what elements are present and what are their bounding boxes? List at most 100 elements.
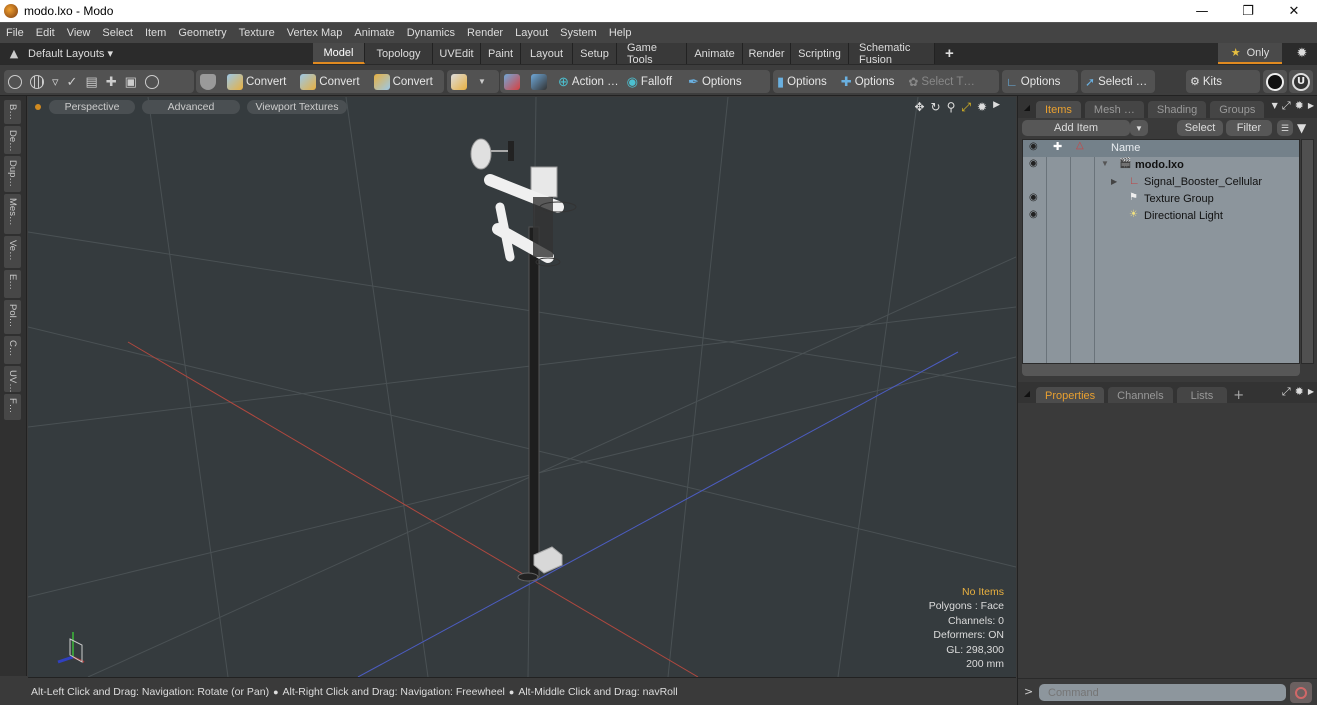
menu-file[interactable]: File (0, 27, 30, 39)
tab-groups[interactable]: Groups (1210, 101, 1265, 118)
expand-triangle-icon[interactable]: ▼ (1101, 159, 1109, 168)
expand-panel-icon[interactable]: ⤢ (1282, 99, 1291, 113)
menu-render[interactable]: Render (461, 27, 509, 39)
tab-render[interactable]: Render (743, 43, 791, 64)
perspective-button[interactable]: Perspective (49, 100, 135, 114)
menu-item[interactable]: Item (139, 27, 172, 39)
side-tab-uv[interactable]: UV… (4, 366, 21, 392)
menu-dynamics[interactable]: Dynamics (401, 27, 461, 39)
arrow-right-icon[interactable]: ▶ (993, 100, 1000, 115)
visibility-column-icon[interactable]: ◉ (1029, 141, 1038, 152)
tab-topology[interactable]: Topology (365, 43, 433, 64)
panel-arrow-icon[interactable]: ▶ (1308, 387, 1314, 399)
restore-button[interactable]: ❐ (1225, 0, 1271, 22)
menu-vertex-map[interactable]: Vertex Map (281, 27, 349, 39)
convert-button-2[interactable]: Convert (296, 70, 363, 93)
only-toggle-button[interactable]: ★ Only (1218, 43, 1282, 64)
viewport-textures-button[interactable]: Viewport Textures (247, 100, 347, 114)
convert-button-3[interactable]: Convert (370, 70, 437, 93)
close-button[interactable]: ✕ (1271, 0, 1317, 22)
tab-model[interactable]: Model (313, 43, 365, 64)
list-options-button[interactable]: ☰ (1277, 120, 1293, 136)
brush-options-button[interactable]: ✒ Options (684, 70, 746, 93)
tab-schematic-fusion[interactable]: Schematic Fusion (849, 42, 935, 66)
viewport-options-dot[interactable] (35, 104, 41, 110)
add-item-dropdown[interactable]: ▼ (1130, 120, 1148, 136)
tab-scripting[interactable]: Scripting (791, 43, 849, 64)
kits-button[interactable]: ⚙ Kits (1186, 70, 1226, 93)
panel-gear-icon[interactable]: ✹ (1295, 385, 1304, 399)
tab-mesh[interactable]: Mesh … (1084, 101, 1144, 118)
add-layout-tab-button[interactable]: + (935, 43, 964, 64)
menu-geometry[interactable]: Geometry (172, 27, 232, 39)
expand-panel-icon[interactable]: ⤢ (1282, 385, 1291, 399)
items-mode-button[interactable]: ✓ (63, 70, 82, 93)
eye-icon[interactable]: ◉ (1029, 192, 1038, 203)
tab-properties[interactable]: Properties (1036, 387, 1105, 404)
layout-settings-button[interactable]: ✹ (1287, 43, 1317, 64)
mesh-dropdown-button[interactable]: ▼ (474, 70, 490, 93)
convert-button-1[interactable]: Convert (223, 70, 290, 93)
menu-layout[interactable]: Layout (509, 27, 554, 39)
action-center-button[interactable]: ⊕ Action … (554, 70, 623, 93)
eye-icon[interactable]: ◉ (1029, 158, 1038, 169)
tab-game-tools[interactable]: Game Tools (617, 42, 687, 66)
command-input[interactable] (1039, 684, 1286, 701)
falloff-button[interactable]: ◉ Falloff (623, 70, 676, 93)
menu-system[interactable]: System (554, 27, 603, 39)
panel-corner-icon[interactable]: ◢ (1022, 96, 1032, 118)
layout-collapse-icon[interactable]: ▲ (0, 47, 28, 60)
side-tab-duplicate[interactable]: Dup… (4, 156, 21, 192)
tabs-dropdown-icon[interactable]: ▼ (1272, 101, 1278, 113)
side-tab-deform[interactable]: De… (4, 126, 21, 154)
tab-items[interactable]: Items (1036, 101, 1081, 118)
side-tab-curve[interactable]: C… (4, 336, 21, 364)
workplane-options-button[interactable]: ▮ Options (773, 70, 831, 93)
tab-channels[interactable]: Channels (1108, 387, 1173, 404)
type-column-icon[interactable]: △ (1076, 140, 1084, 151)
select-through-button[interactable]: ✿ Select T… (904, 70, 979, 93)
side-tab-fusion[interactable]: F… (4, 394, 21, 420)
tab-setup[interactable]: Setup (573, 43, 617, 64)
side-tab-polygon[interactable]: Pol… (4, 300, 21, 334)
select-button[interactable]: Select (1177, 120, 1223, 136)
filter-button[interactable]: Filter (1226, 120, 1272, 136)
viewport-scene[interactable] (28, 97, 1016, 677)
tab-shading[interactable]: Shading (1147, 101, 1207, 118)
side-tab-edge[interactable]: E… (4, 270, 21, 298)
eye-icon[interactable]: ◉ (1029, 209, 1038, 220)
shading-mode-button[interactable]: Advanced (142, 100, 240, 114)
funnel-filter-icon[interactable]: ▼ (1297, 121, 1306, 135)
menu-edit[interactable]: Edit (30, 27, 61, 39)
pan-icon[interactable]: ✥ (914, 100, 924, 115)
3d-viewport[interactable]: Perspective Advanced Viewport Textures ✥… (28, 97, 1016, 677)
pivot-mode-button[interactable]: ✚ (102, 70, 121, 93)
menu-texture[interactable]: Texture (233, 27, 281, 39)
add-tab-button[interactable]: + (1233, 388, 1244, 403)
panel-corner-icon[interactable]: ◢ (1022, 382, 1032, 404)
unreal-button[interactable]: U (1289, 70, 1313, 93)
tree-row-directional-light[interactable]: ◉ ☀ Directional Light (1023, 208, 1299, 225)
panel-arrow-icon[interactable]: ▶ (1308, 101, 1314, 113)
menu-view[interactable]: View (61, 27, 97, 39)
expand-arrow-icon[interactable]: ▶ (1111, 177, 1117, 186)
lock-column-icon[interactable]: ✚ (1053, 140, 1062, 153)
vertices-mode-button[interactable] (4, 70, 26, 93)
axis-options-button[interactable]: ∟ Options (1002, 70, 1064, 93)
menu-help[interactable]: Help (603, 27, 638, 39)
unity-button[interactable] (1263, 70, 1287, 93)
panel-gear-icon[interactable]: ✹ (1295, 99, 1304, 113)
materials-mode-button[interactable]: ▤ (81, 70, 101, 93)
side-tab-basic[interactable]: B… (4, 100, 21, 124)
items-tree-vscrollbar[interactable] (1301, 139, 1314, 364)
side-tab-mesh-edit[interactable]: Mes… (4, 194, 21, 234)
edge-mode-button[interactable] (141, 70, 163, 93)
tab-layout[interactable]: Layout (521, 43, 573, 64)
maximize-icon[interactable]: ⤢ (961, 100, 971, 115)
minimize-button[interactable]: — (1179, 0, 1225, 22)
tree-row-scene[interactable]: ◉ ▼ 🎬 modo.lxo (1023, 157, 1299, 174)
record-macro-button[interactable] (1290, 682, 1312, 703)
viewport-gear-icon[interactable]: ✹ (977, 100, 987, 115)
mesh-cube-button[interactable] (447, 70, 474, 93)
tree-row-texture-group[interactable]: ◉ ⚑ Texture Group (1023, 191, 1299, 208)
